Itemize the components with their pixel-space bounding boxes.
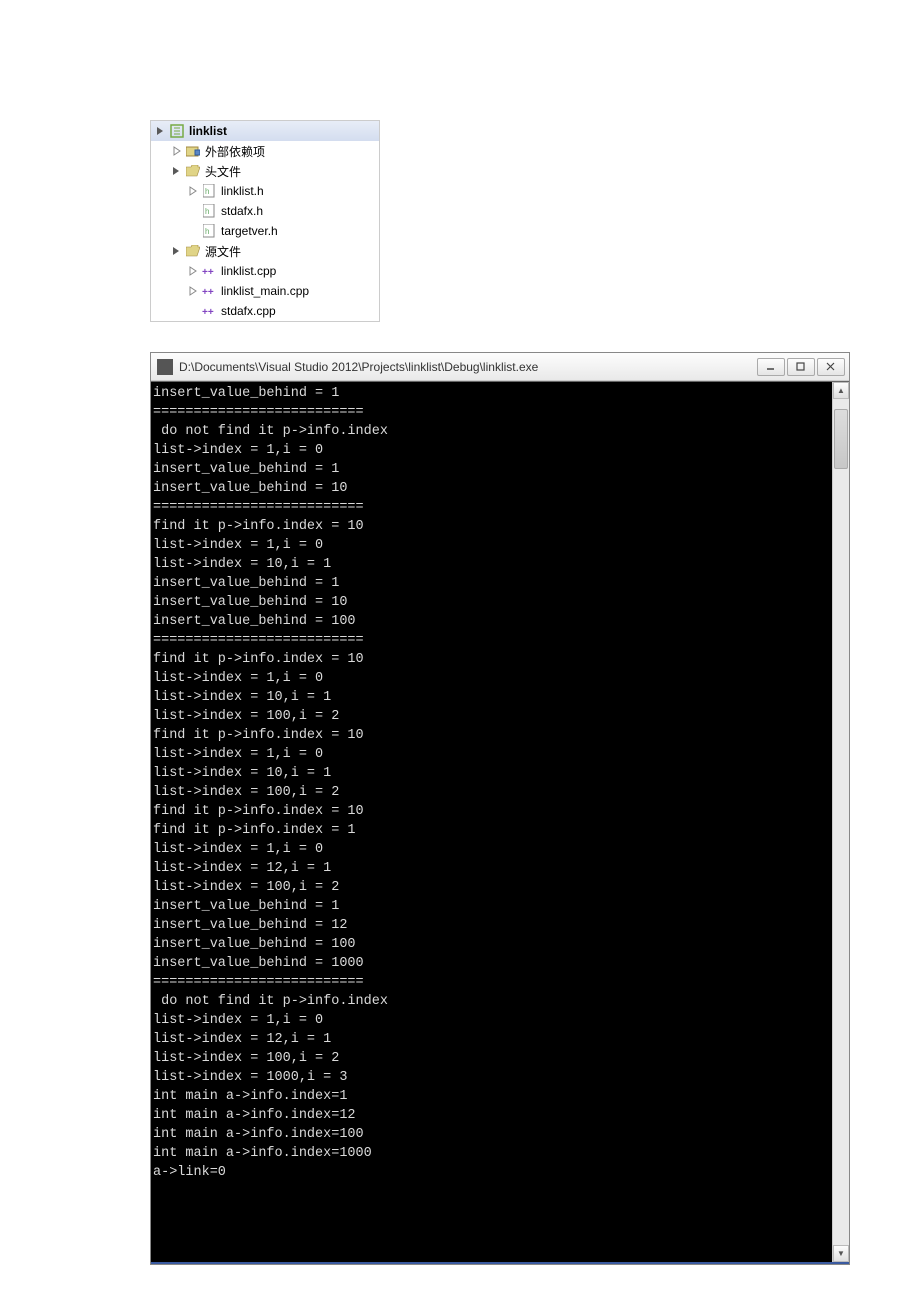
app-icon [157, 359, 173, 375]
tree-item-header-file[interactable]: h stdafx.h [151, 201, 379, 221]
expander-icon[interactable] [187, 265, 199, 277]
scroll-track[interactable] [833, 399, 849, 1245]
tree-item-header-file[interactable]: h targetver.h [151, 221, 379, 241]
tree-item-cpp-file[interactable]: ++ linklist_main.cpp [151, 281, 379, 301]
tree-item-project[interactable]: linklist [151, 121, 379, 141]
folder-open-icon [185, 243, 201, 259]
tree-label: 外部依赖项 [205, 143, 265, 160]
tree-label: stdafx.cpp [221, 304, 276, 318]
tree-label: targetver.h [221, 224, 278, 238]
h-file-icon: h [201, 183, 217, 199]
tree-label: linklist [189, 124, 227, 138]
tree-label: linklist_main.cpp [221, 284, 309, 298]
svg-text:h: h [205, 227, 209, 236]
scroll-down-button[interactable]: ▼ [833, 1245, 849, 1262]
solution-explorer-tree: linklist 外部依赖项 头文件 h linklist.h [150, 120, 380, 322]
scrollbar[interactable]: ▲ ▼ [832, 382, 849, 1262]
tree-label: 头文件 [205, 163, 241, 180]
tree-item-header-file[interactable]: h linklist.h [151, 181, 379, 201]
window-border [151, 1262, 849, 1264]
folder-open-icon [185, 163, 201, 179]
tree-label: linklist.cpp [221, 264, 276, 278]
titlebar[interactable]: D:\Documents\Visual Studio 2012\Projects… [151, 353, 849, 381]
tree-label: stdafx.h [221, 204, 263, 218]
project-icon [169, 123, 185, 139]
folder-ref-icon [185, 143, 201, 159]
expander-icon[interactable] [171, 145, 183, 157]
expander-icon[interactable] [171, 165, 183, 177]
close-button[interactable] [817, 358, 845, 376]
h-file-icon: h [201, 203, 217, 219]
svg-text:++: ++ [202, 267, 214, 278]
svg-text:h: h [205, 207, 209, 216]
cpp-file-icon: ++ [201, 263, 217, 279]
expander-icon[interactable] [171, 245, 183, 257]
svg-text:++: ++ [202, 307, 214, 318]
cpp-file-icon: ++ [201, 283, 217, 299]
tree-label: linklist.h [221, 184, 264, 198]
maximize-button[interactable] [787, 358, 815, 376]
scroll-thumb[interactable] [834, 409, 848, 469]
expander-icon[interactable] [155, 125, 167, 137]
expander-icon[interactable] [187, 285, 199, 297]
tree-item-external-deps[interactable]: 外部依赖项 [151, 141, 379, 161]
h-file-icon: h [201, 223, 217, 239]
tree-item-cpp-file[interactable]: ++ stdafx.cpp [151, 301, 379, 321]
svg-text:h: h [205, 187, 209, 196]
cpp-file-icon: ++ [201, 303, 217, 319]
svg-text:++: ++ [202, 287, 214, 298]
tree-item-source-folder[interactable]: 源文件 [151, 241, 379, 261]
tree-item-cpp-file[interactable]: ++ linklist.cpp [151, 261, 379, 281]
minimize-button[interactable] [757, 358, 785, 376]
expander-icon[interactable] [187, 185, 199, 197]
console-output: insert_value_behind = 1 ================… [151, 382, 832, 1262]
tree-item-header-folder[interactable]: 头文件 [151, 161, 379, 181]
window-controls [755, 358, 845, 376]
tree-label: 源文件 [205, 243, 241, 260]
scroll-up-button[interactable]: ▲ [833, 382, 849, 399]
window-title: D:\Documents\Visual Studio 2012\Projects… [179, 360, 755, 374]
console-window: D:\Documents\Visual Studio 2012\Projects… [150, 352, 850, 1265]
